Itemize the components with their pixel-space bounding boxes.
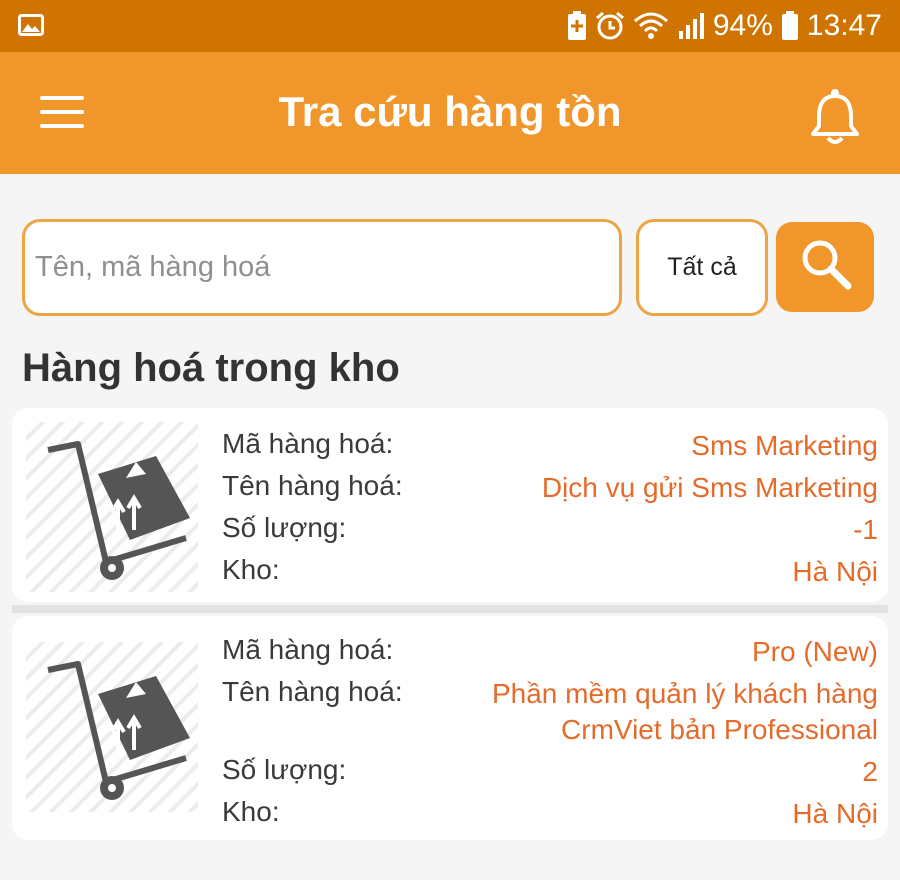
inventory-item-card[interactable]: Mã hàng hoá: Pro (New) Tên hàng hoá: Phầ…: [12, 616, 888, 840]
item-name-value: Phần mềm quản lý khách hàng CrmViet bản …: [492, 676, 878, 748]
battery-percent: 94%: [712, 9, 773, 42]
search-button[interactable]: [776, 222, 874, 312]
hand-truck-boxes-icon: [47, 441, 190, 580]
item-warehouse-label: Kho:: [222, 796, 280, 827]
item-name-value: Dịch vụ gửi Sms Marketing: [541, 472, 878, 503]
alarm-icon: [595, 11, 624, 40]
product-image: [26, 642, 198, 812]
section-title: Hàng hoá trong kho: [22, 346, 400, 390]
item-warehouse-value: Hà Nội: [792, 556, 878, 587]
item-quantity-value: -1: [853, 514, 878, 545]
item-warehouse-value: Hà Nội: [792, 798, 878, 829]
signal-icon: [678, 13, 704, 39]
product-image: [26, 422, 198, 592]
search-input[interactable]: [22, 219, 622, 316]
item-code-value: Pro (New): [751, 636, 878, 667]
image-icon: [18, 14, 44, 36]
clock: 13:47: [806, 9, 882, 42]
wifi-icon: [633, 12, 668, 39]
filter-dropdown[interactable]: Tất cả: [636, 219, 768, 316]
battery-icon: [781, 11, 798, 40]
bell-icon[interactable]: [808, 88, 862, 146]
page-title: Tra cứu hàng tồn: [278, 88, 622, 135]
item-quantity-label: Số lượng:: [222, 754, 347, 785]
item-code-value: Sms Marketing: [691, 430, 878, 461]
search-icon: [802, 240, 852, 290]
item-quantity-value: 2: [862, 756, 878, 787]
battery-saver-icon: [567, 11, 586, 40]
inventory-item-card[interactable]: Mã hàng hoá: Sms Marketing Tên hàng hoá:…: [12, 408, 888, 602]
item-quantity-label: Số lượng:: [222, 512, 347, 543]
item-code-label: Mã hàng hoá:: [222, 428, 394, 459]
hand-truck-boxes-icon: [47, 661, 190, 800]
item-name-label: Tên hàng hoá:: [222, 676, 403, 707]
status-bar: 94% 13:47: [0, 0, 900, 52]
item-code-label: Mã hàng hoá:: [222, 634, 394, 665]
item-name-line-1: Phần mềm quản lý khách hàng: [491, 678, 878, 709]
item-warehouse-label: Kho:: [222, 554, 280, 585]
divider: [12, 605, 888, 613]
item-name-line-2: CrmViet bản Professional: [561, 714, 878, 745]
app-bar: Tra cứu hàng tồn: [0, 52, 900, 174]
item-name-label: Tên hàng hoá:: [222, 470, 403, 501]
